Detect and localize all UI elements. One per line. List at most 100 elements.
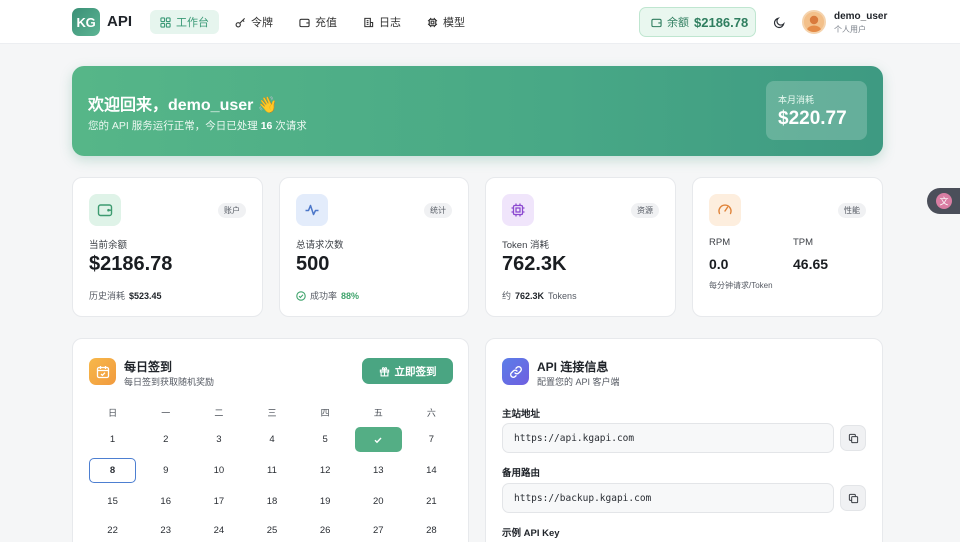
gift-icon [379, 366, 389, 376]
daily-checkin-card: 每日签到 每日签到获取随机奖励 立即签到 日 一 二 三 四 五 六 1 2 3… [72, 338, 469, 542]
calendar-day[interactable]: 2 [142, 427, 189, 452]
translate-widget-button[interactable]: 文 [927, 188, 960, 214]
banner-title: 欢迎回来，demo_user 👋 [88, 97, 278, 114]
calendar-day[interactable]: 23 [142, 518, 189, 542]
checkin-subtitle: 每日签到获取随机奖励 [124, 377, 215, 387]
weekday-label: 一 [161, 408, 171, 418]
perf-note: 每分钟请求/Token [709, 281, 773, 290]
copy-main-url-button[interactable] [840, 425, 866, 451]
calendar-day[interactable]: 9 [142, 458, 189, 483]
calendar-day[interactable]: 17 [195, 489, 242, 514]
calendar-day-checked[interactable] [354, 427, 402, 452]
calendar-day[interactable]: 11 [248, 458, 295, 483]
calendar-day[interactable]: 19 [302, 489, 349, 514]
nav-label: 令牌 [251, 17, 273, 29]
main-nav: 工作台 令牌 充值 日志 模型 [150, 10, 475, 34]
backup-url-field[interactable]: https://backup.kgapi.com [502, 483, 834, 513]
link-icon [509, 365, 522, 378]
chip-icon [427, 17, 438, 27]
tpm-block: TPM 46.65 [793, 237, 828, 272]
stat-value: 500 [296, 253, 330, 275]
calendar-day[interactable]: 1 [89, 427, 136, 452]
calendar-day[interactable]: 24 [195, 518, 242, 542]
calendar-day[interactable]: 13 [355, 458, 402, 483]
rpm-block: RPM 0.0 [709, 237, 730, 272]
calendar-day[interactable]: 3 [195, 427, 242, 452]
translate-icon: 文 [935, 193, 952, 209]
balance-pill[interactable]: 余额 $2186.78 [639, 7, 756, 37]
nav-label: 工作台 [176, 17, 209, 29]
calendar-day[interactable]: 14 [408, 458, 455, 483]
calendar-day[interactable]: 27 [355, 518, 402, 542]
banner-sub-prefix: 您的 API 服务运行正常，今日已处理 [88, 120, 258, 132]
stat-icon-wrap [296, 194, 328, 226]
nav-label: 充值 [315, 17, 337, 29]
logo-badge[interactable]: KG [72, 8, 100, 36]
logo-text[interactable]: API [107, 13, 132, 30]
weekday-label: 五 [373, 408, 383, 418]
calendar-day[interactable]: 12 [302, 458, 349, 483]
calendar-day[interactable]: 5 [302, 427, 349, 452]
main-url-field[interactable]: https://api.kgapi.com [502, 423, 834, 453]
calendar-week-row: 22 23 24 25 26 27 28 [89, 518, 455, 542]
stat-foot-value: 762.3K [515, 290, 545, 301]
copy-backup-url-button[interactable] [840, 485, 866, 511]
nav-item-tokens[interactable]: 令牌 [225, 10, 283, 34]
stat-foot: 历史消耗 $523.45 [89, 289, 162, 302]
balance-label: 余额 [667, 17, 689, 29]
monthly-spend-box: 本月消耗 $220.77 [766, 81, 867, 140]
welcome-banner: 欢迎回来，demo_user 👋 您的 API 服务运行正常，今日已处理 16 … [72, 66, 883, 156]
rpm-label: RPM [709, 237, 731, 248]
nav-label: 日志 [379, 17, 401, 29]
calendar-week-row: 1 2 3 4 5 7 [89, 427, 455, 452]
balance-value: $2186.78 [694, 14, 749, 30]
calendar-day-today[interactable]: 8 [89, 458, 137, 483]
log-icon [364, 17, 374, 27]
calendar-day[interactable]: 18 [248, 489, 295, 514]
backup-url-label: 备用路由 [502, 468, 541, 479]
user-name[interactable]: demo_user [834, 11, 887, 22]
calendar-day[interactable]: 7 [408, 427, 455, 452]
calendar-day[interactable]: 4 [248, 427, 295, 452]
calendar-day[interactable]: 15 [89, 489, 136, 514]
calendar-day[interactable]: 28 [408, 518, 455, 542]
key-icon [235, 17, 246, 27]
calendar-day[interactable]: 20 [355, 489, 402, 514]
nav-item-dashboard[interactable]: 工作台 [150, 10, 219, 34]
copy-icon [848, 433, 858, 443]
api-title: API 连接信息 [537, 360, 609, 374]
rpm-value: 0.0 [709, 256, 729, 272]
stat-card-balance: 账户 当前余额 $2186.78 历史消耗 $523.45 [72, 177, 263, 317]
nav-item-logs[interactable]: 日志 [353, 10, 411, 34]
nav-item-recharge[interactable]: 充值 [289, 10, 347, 34]
avatar[interactable] [802, 10, 826, 34]
stat-icon-wrap [89, 194, 121, 226]
calendar-day[interactable]: 10 [195, 458, 242, 483]
stat-foot: 约 762.3K Tokens [502, 289, 577, 302]
cpu-icon [511, 203, 525, 217]
calendar-day[interactable]: 26 [302, 518, 349, 542]
checkin-button[interactable]: 立即签到 [362, 358, 453, 384]
stat-tag: 性能 [838, 203, 866, 218]
theme-toggle-button[interactable] [770, 13, 788, 31]
stat-value: 762.3K [502, 253, 567, 275]
stat-foot-label: 历史消耗 [89, 291, 126, 301]
calendar-day[interactable]: 21 [408, 489, 455, 514]
grid-icon [160, 16, 171, 28]
tpm-value: 46.65 [793, 256, 829, 272]
stat-icon-wrap [709, 194, 741, 226]
stat-foot-label: 成功率 [310, 291, 338, 301]
calendar-check-icon [96, 365, 109, 378]
calendar-day[interactable]: 25 [248, 518, 295, 542]
calendar-day[interactable]: 22 [89, 518, 136, 542]
monthly-spend-label: 本月消耗 [778, 95, 815, 105]
nav-item-models[interactable]: 模型 [417, 10, 475, 34]
weekday-label: 四 [320, 408, 330, 418]
checkin-button-label: 立即签到 [394, 365, 437, 378]
activity-icon [305, 204, 319, 216]
calendar-day[interactable]: 16 [142, 489, 189, 514]
weekday-label: 六 [426, 408, 436, 418]
calendar-weekday-row: 日 一 二 三 四 五 六 [89, 403, 455, 423]
wallet-icon [97, 204, 113, 217]
svg-text:文: 文 [939, 196, 948, 208]
